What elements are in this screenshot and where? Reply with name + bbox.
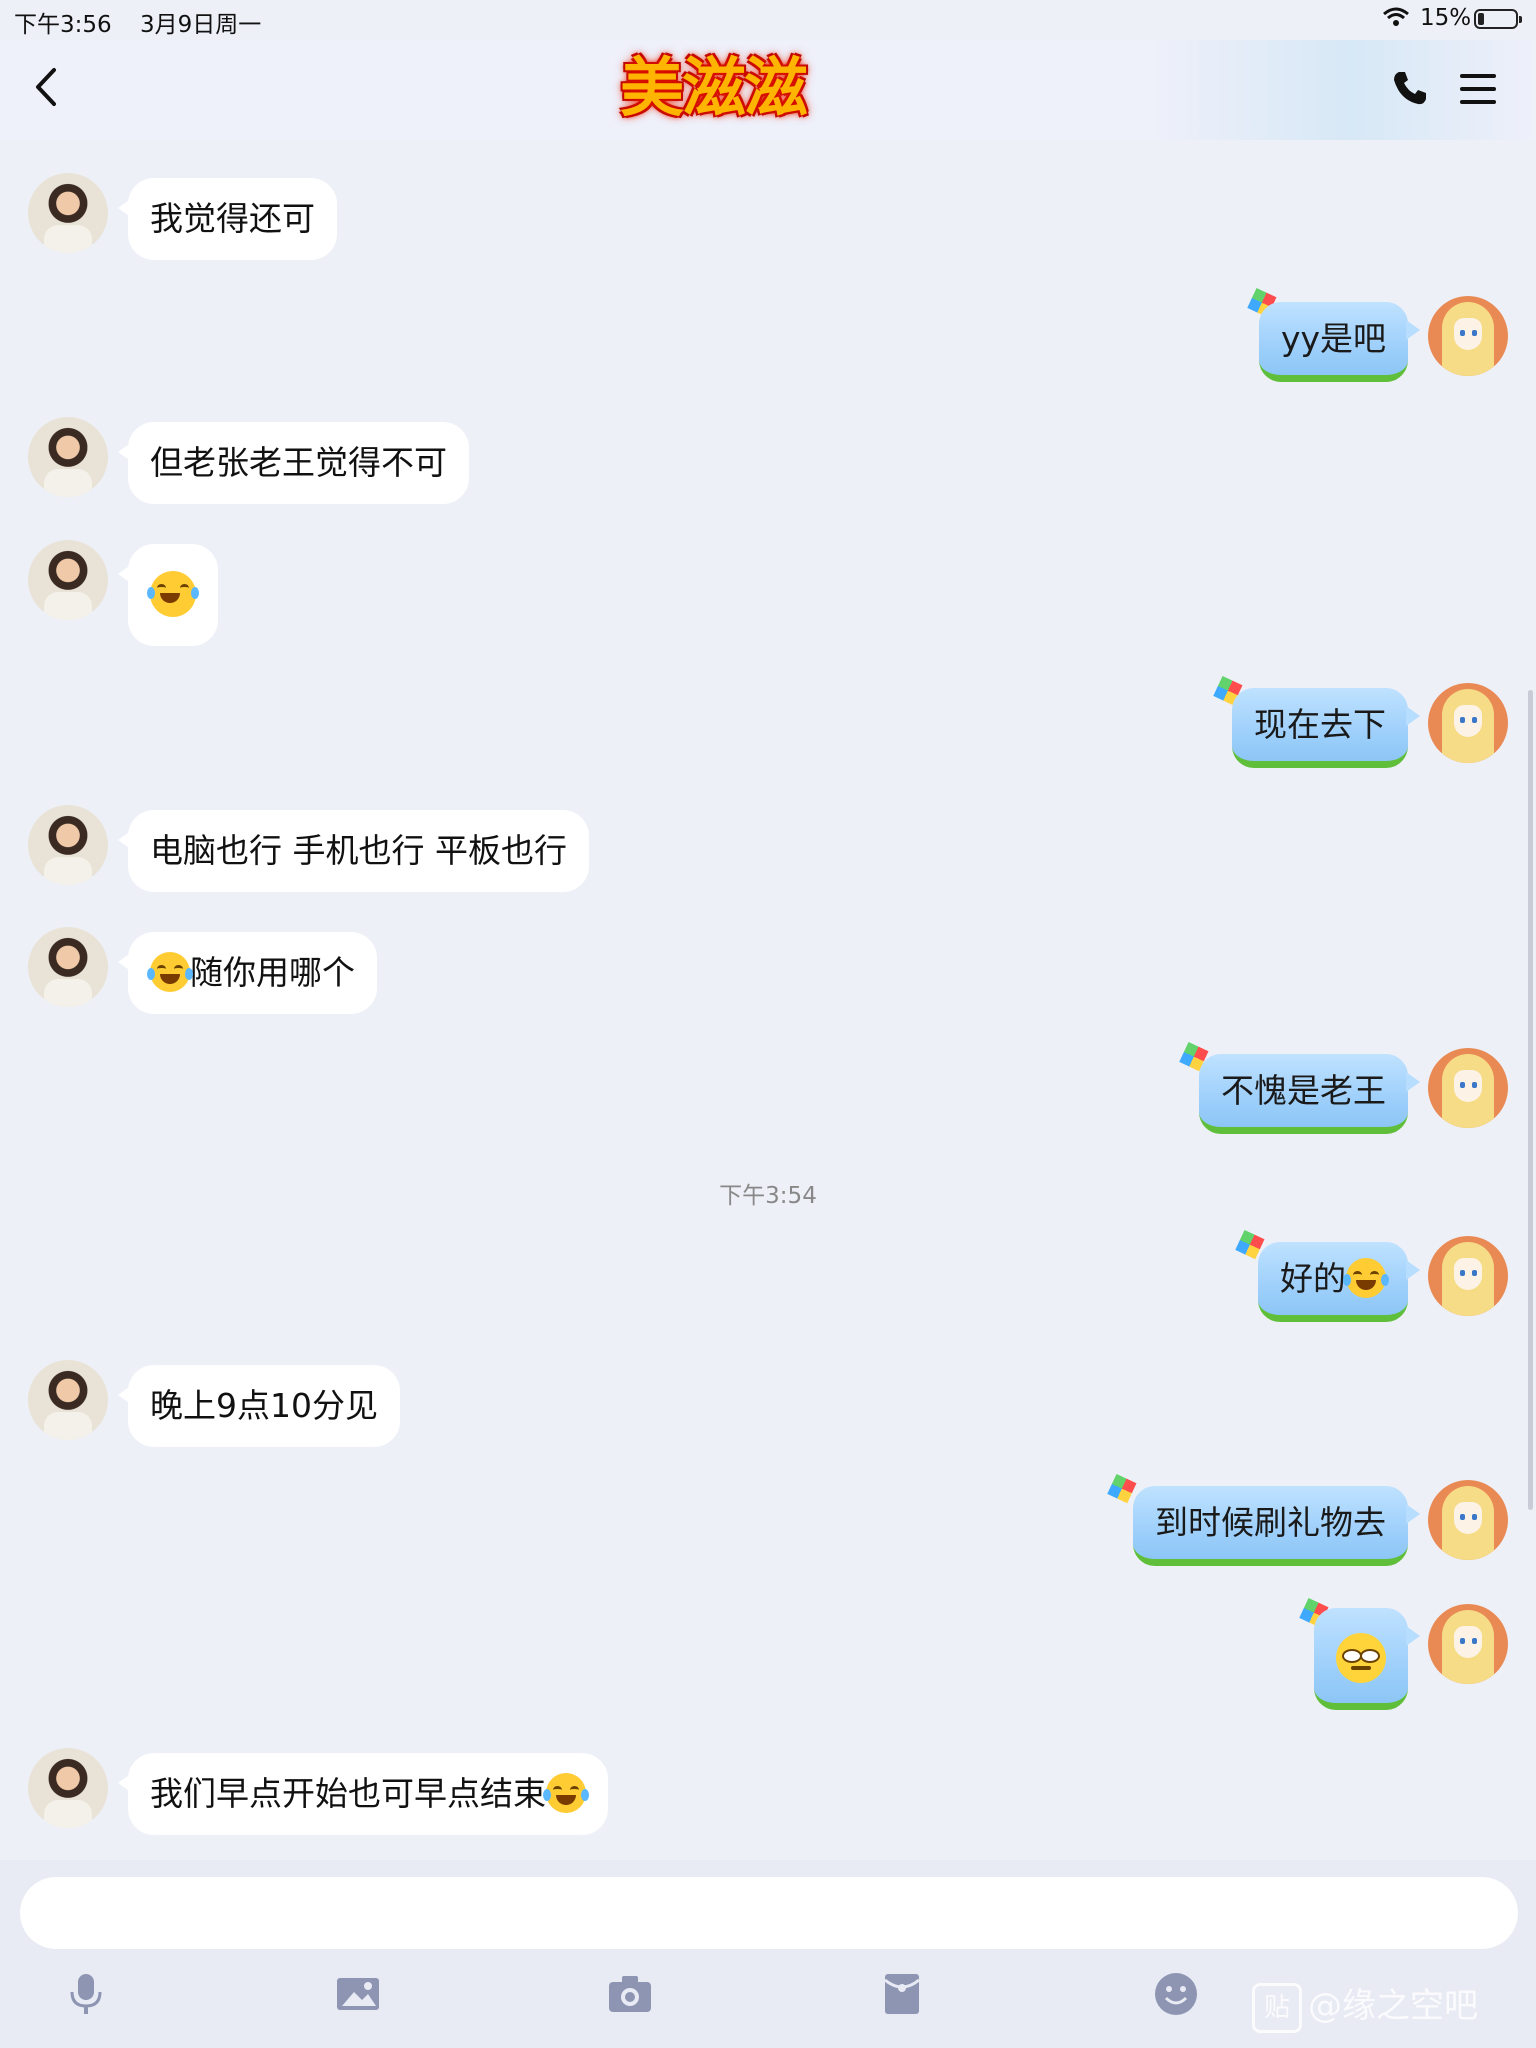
message-text: 电脑也行 手机也行 平板也行 [150,831,567,870]
message-timestamp: 下午3:54 [719,1183,817,1209]
message-text: 晚上9点10分见 [150,1386,378,1425]
nav-bar: 美滋滋 [0,40,1536,140]
contact-avatar[interactable] [28,1360,108,1440]
phone-icon[interactable] [1390,68,1430,108]
contact-avatar[interactable] [28,927,108,1007]
smirk-emoji [1336,1632,1386,1683]
message-text: yy是吧 [1280,319,1386,358]
message-bubble-incoming[interactable]: 但老张老王觉得不可 [118,422,469,504]
status-bar: 下午3:56 3月9日周一 15% [0,0,1536,40]
self-avatar[interactable] [1428,1236,1508,1316]
tears-of-joy-emoji [147,570,199,617]
contact-avatar[interactable] [28,173,108,253]
message-text: 但老张老王觉得不可 [150,443,447,482]
message-bubble-incoming[interactable]: 我们早点开始也可早点结束 [118,1753,608,1835]
self-avatar[interactable] [1428,683,1508,763]
message-bubble-outgoing[interactable]: 到时候刷礼物去 [1133,1486,1420,1566]
watermark-text: @缘之空吧 [1308,1986,1478,2026]
message-text: 我觉得还可 [150,199,315,238]
message-bubble-incoming[interactable]: 随你用哪个 [118,932,377,1014]
message-bubble-outgoing[interactable]: 好的 [1258,1242,1420,1322]
message-bubble-outgoing[interactable]: 不愧是老王 [1199,1054,1420,1134]
emoji-icon[interactable] [1152,1970,1200,2018]
wifi-icon [1383,7,1409,26]
battery-icon [1474,9,1522,29]
message-bubble-outgoing[interactable]: 现在去下 [1232,688,1420,768]
message-bubble-incoming[interactable]: 电脑也行 手机也行 平板也行 [118,810,589,892]
microphone-icon[interactable] [62,1970,110,2018]
contact-avatar[interactable] [28,1748,108,1828]
message-bubble-incoming[interactable]: 晚上9点10分见 [118,1365,400,1447]
status-time: 下午3:56 [14,12,112,38]
message-text: 到时候刷礼物去 [1155,1503,1386,1542]
red-packet-icon[interactable] [878,1970,926,2018]
tears-of-joy-emoji [147,951,193,992]
tears-of-joy-emoji [543,1772,589,1813]
chat-title: 美滋滋 [620,51,808,126]
self-avatar[interactable] [1428,1480,1508,1560]
message-input[interactable] [20,1877,1518,1949]
camera-icon[interactable] [606,1970,654,2018]
status-date: 3月9日周一 [140,12,262,38]
message-bubble-incoming[interactable]: 我觉得还可 [118,178,337,260]
self-avatar[interactable] [1428,1048,1508,1128]
self-avatar[interactable] [1428,296,1508,376]
message-bubble-outgoing[interactable] [1314,1608,1420,1710]
watermark: 贴 @缘之空吧 [1252,1978,1478,2033]
input-bar: 贴 @缘之空吧 [0,1860,1536,2048]
menu-icon[interactable] [1460,72,1498,106]
contact-avatar[interactable] [28,805,108,885]
message-bubble-outgoing[interactable]: yy是吧 [1258,302,1421,382]
scrollbar[interactable] [1528,690,1533,1510]
tieba-logo: 贴 [1252,1982,1302,2033]
tears-of-joy-emoji [1343,1257,1389,1298]
image-icon[interactable] [334,1970,382,2018]
contact-avatar[interactable] [28,417,108,497]
back-icon[interactable] [28,62,68,112]
message-text: 随你用哪个 [190,953,355,992]
message-bubble-incoming[interactable] [118,544,218,646]
message-text: 好的 [1280,1259,1346,1298]
contact-avatar[interactable] [28,540,108,620]
message-text: 现在去下 [1254,705,1386,744]
battery-percent: 15% [1420,5,1472,31]
self-avatar[interactable] [1428,1604,1508,1684]
message-text: 不愧是老王 [1221,1071,1386,1110]
message-text: 我们早点开始也可早点结束 [150,1774,546,1813]
